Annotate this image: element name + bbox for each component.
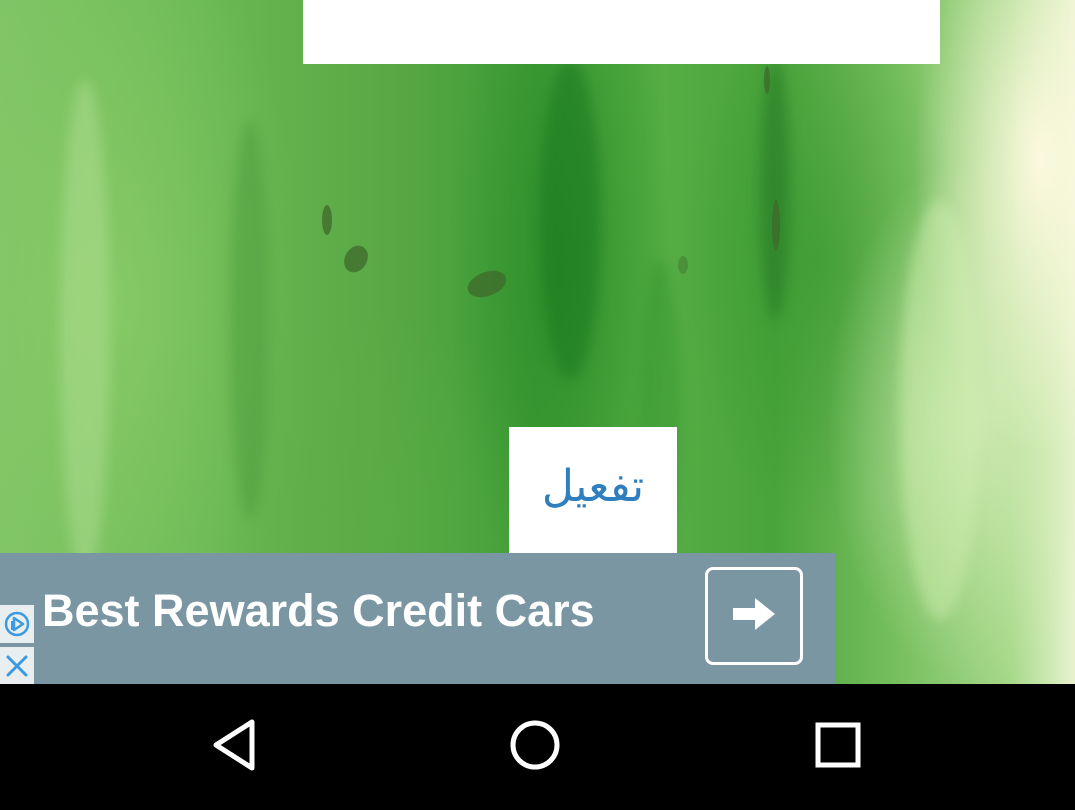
ad-choices-icon[interactable] [0,605,34,643]
close-icon[interactable] [0,647,34,684]
paint-blot [764,66,770,94]
paint-blot [322,205,332,235]
paint-streak [900,200,980,620]
paint-streak [760,60,790,320]
paint-blot [339,241,373,277]
paint-streak [230,120,270,520]
navigation-bar [0,684,1075,810]
activate-button-label: تفعيل [541,460,645,512]
back-button[interactable] [175,684,295,810]
back-triangle-icon [210,718,260,776]
paint-streak [540,60,600,380]
ad-cta-button[interactable] [705,567,803,665]
arrow-right-icon [729,594,779,638]
activate-button[interactable]: تفعيل [509,427,677,553]
paint-blot [464,265,510,303]
recents-button[interactable] [778,684,898,810]
ad-headline[interactable]: Best Rewards Credit Cars [42,585,595,637]
paint-streak [60,80,110,580]
top-card [303,0,940,64]
home-button[interactable] [475,684,595,810]
paint-blot [678,256,688,274]
paint-blot [772,200,780,250]
home-circle-icon [508,718,562,776]
ad-icons [0,605,34,684]
recents-square-icon [813,720,863,774]
